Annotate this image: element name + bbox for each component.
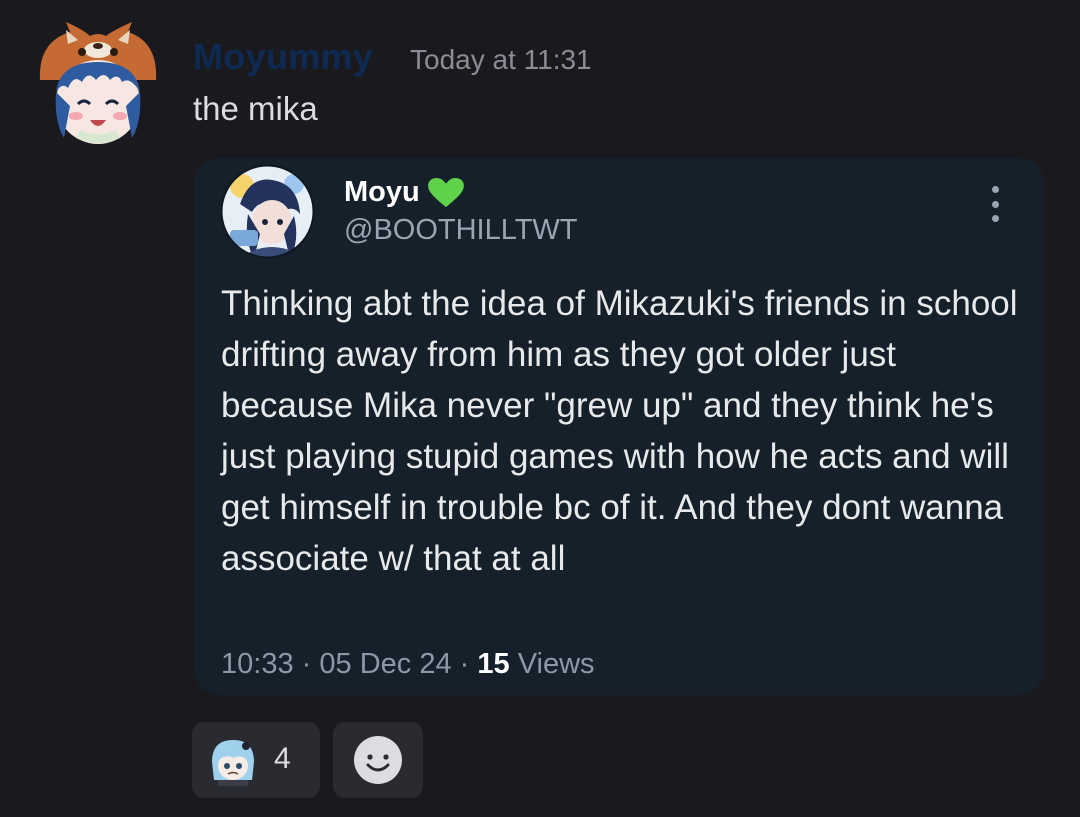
tweet-display-name[interactable]: Moyu: [344, 176, 466, 209]
message-text: the mika: [193, 90, 318, 127]
more-options-icon[interactable]: [987, 186, 1003, 222]
smiley-face-icon: [354, 736, 402, 784]
green-heart-icon: [427, 177, 464, 207]
tweet-body: Thinking abt the idea of Mikazuki's frie…: [221, 284, 1018, 578]
tweet-handle[interactable]: @BOOTHILLTWT: [344, 214, 578, 247]
blue-haired-character-emoji-icon: [208, 736, 258, 786]
reaction-count: 4: [274, 742, 291, 775]
tweet-display-name-text: Moyu: [344, 176, 420, 208]
message-timestamp: Today at 11:31: [410, 44, 592, 75]
views-label: Views: [517, 648, 595, 680]
red-panda-hat-avatar-icon[interactable]: [30, 22, 166, 146]
tweet-metadata: 10:33 · 05 Dec 24 · 15 Views: [221, 648, 595, 681]
reaction-chip[interactable]: 4: [192, 722, 320, 798]
author-name[interactable]: Moyummy: [193, 36, 373, 78]
discord-message-view: Moyummy Today at 11:31 the mika Moyu @BO…: [0, 0, 1080, 817]
tweet-embed[interactable]: Moyu @BOOTHILLTWT Thinking abt the idea …: [194, 158, 1044, 695]
meta-separator: ·: [459, 648, 470, 680]
add-reaction-button[interactable]: [333, 722, 423, 798]
tweet-time: 10:33: [221, 648, 294, 680]
meta-separator: ·: [301, 648, 312, 680]
tweet-date: 05 Dec 24: [319, 648, 452, 680]
views-count: 15: [477, 648, 510, 680]
tweet-author-avatar-icon[interactable]: [220, 164, 315, 259]
